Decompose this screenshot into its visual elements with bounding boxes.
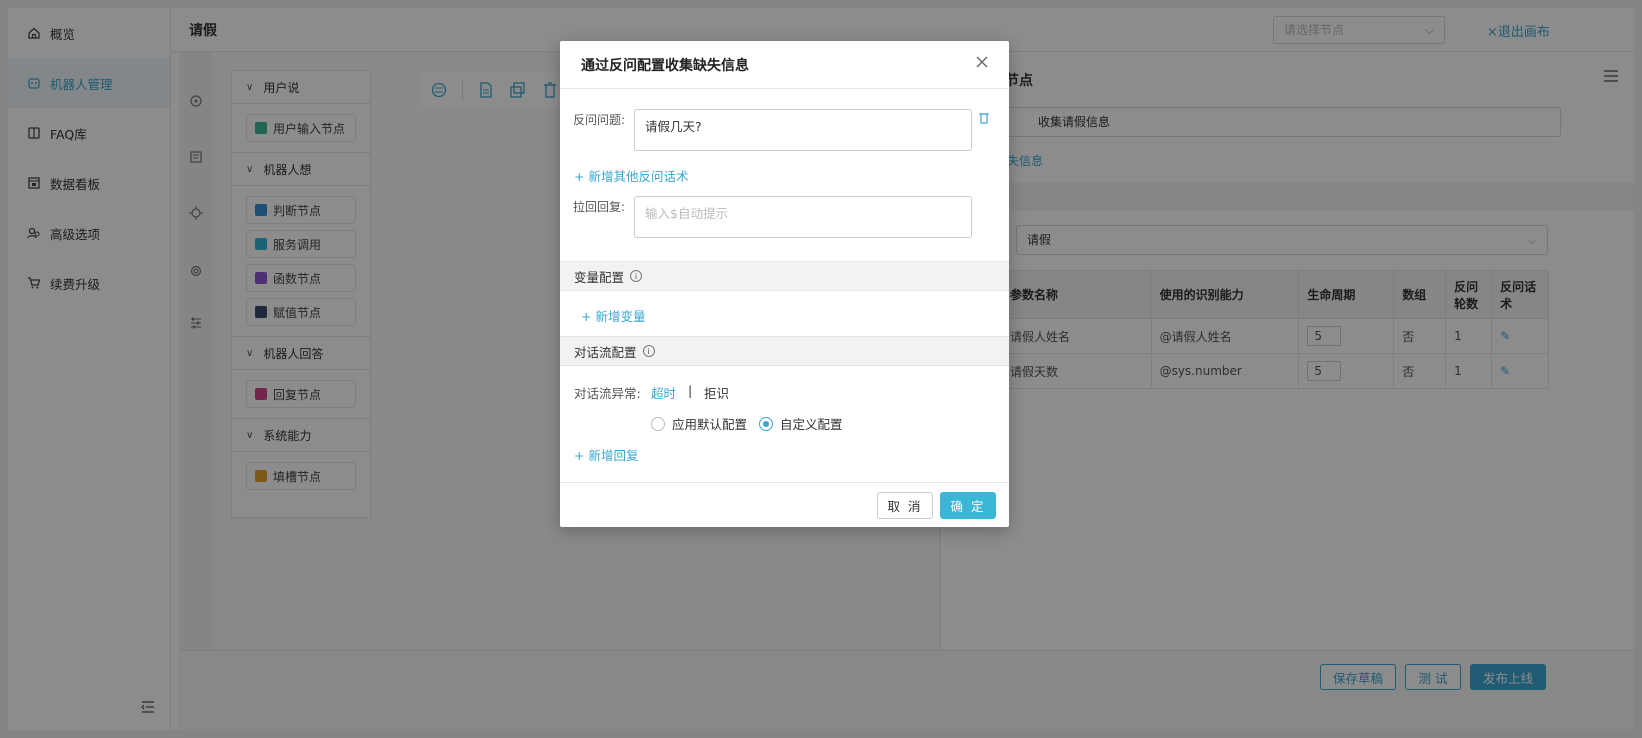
- info-icon[interactable]: i: [642, 345, 655, 357]
- question-label: 反问问题:: [573, 113, 626, 127]
- question-input[interactable]: 请假几天?: [634, 109, 972, 151]
- cancel-button[interactable]: 取 消: [877, 492, 933, 519]
- radio-label: 应用默认配置: [672, 417, 748, 432]
- modal-footer: 取 消 确 定: [560, 482, 1009, 527]
- add-variable-link[interactable]: + 新增变量: [581, 306, 645, 325]
- pullback-label: 拉回回复:: [573, 200, 626, 214]
- clarify-modal: 通过反问配置收集缺失信息 反问问题: 请假几天? + 新增其他反问话术 拉回回复…: [560, 41, 1009, 527]
- flow-exception-label: 对话流异常:: [574, 386, 641, 401]
- radio-circle: [651, 416, 665, 431]
- confirm-button[interactable]: 确 定: [940, 492, 996, 519]
- flow-section-header: 对话流配置 i: [560, 336, 1009, 366]
- info-icon[interactable]: i: [630, 270, 643, 282]
- tab-separator: |: [688, 383, 693, 398]
- section-title: 变量配置: [574, 269, 625, 285]
- modal-title: 通过反问配置收集缺失信息: [581, 57, 749, 74]
- radio-custom-config[interactable]: 自定义配置: [759, 414, 843, 433]
- section-title: 对话流配置: [574, 344, 637, 360]
- radio-circle: [759, 416, 773, 431]
- radio-label: 自定义配置: [780, 417, 843, 432]
- modal-header: 通过反问配置收集缺失信息: [560, 41, 1009, 89]
- add-question-link[interactable]: + 新增其他反问话术: [574, 166, 688, 185]
- radio-default-config[interactable]: 应用默认配置: [651, 414, 747, 433]
- variable-section-header: 变量配置 i: [560, 261, 1009, 291]
- tab-reject[interactable]: 拒识: [704, 383, 729, 402]
- pullback-input[interactable]: 输入$自动提示: [634, 196, 972, 238]
- trash-icon[interactable]: [979, 112, 991, 126]
- add-reply-link[interactable]: + 新增回复: [574, 445, 638, 464]
- close-icon[interactable]: [975, 55, 993, 73]
- tab-timeout[interactable]: 超时: [651, 383, 676, 402]
